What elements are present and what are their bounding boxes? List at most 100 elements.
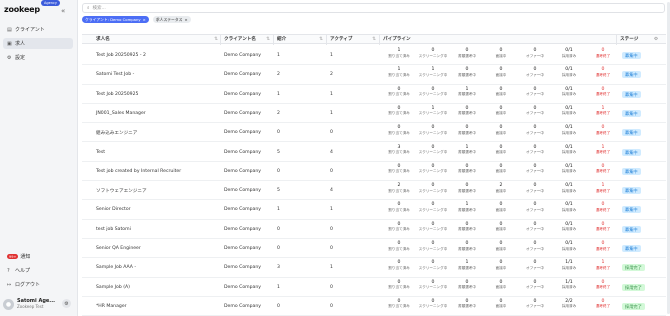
pipeline-stage-count[interactable]: 1 書類選考中 — [449, 260, 485, 271]
job-title-link[interactable]: Test — [96, 143, 105, 162]
pipeline-stage-count[interactable]: 0/1 採用済み — [551, 145, 587, 156]
pipeline-stage-count[interactable]: 0 書類選考中 — [449, 164, 485, 175]
pipeline-stage-count[interactable]: 0/1 採用済み — [551, 87, 587, 98]
pipeline-stage-count[interactable]: 0 選考終了 — [585, 202, 621, 213]
remove-filter-icon[interactable]: × — [184, 17, 187, 22]
pipeline-stage-count[interactable]: 0 面接中 — [483, 106, 519, 117]
pipeline-stage-count[interactable]: 0 面接中 — [483, 48, 519, 59]
table-row[interactable]: Test job created by Internal Recruiter De… — [82, 162, 666, 182]
pipeline-stage-count[interactable]: 2/2 採用済み — [551, 299, 587, 310]
job-title-link[interactable]: Test job created by Internal Recruiter — [96, 162, 181, 181]
pipeline-stage-count[interactable]: 1 割り当て済み — [381, 67, 417, 78]
search-input[interactable]: ⌕ 検索... — [82, 3, 665, 13]
pipeline-stage-count[interactable]: 0 面接中 — [483, 164, 519, 175]
column-header-client[interactable]: クライアント名 ⇅ — [220, 35, 272, 45]
table-row[interactable]: Senior Director Demo Company 1 1 0 割り当て済み 0 スクリ… — [82, 200, 666, 220]
pipeline-stage-count[interactable]: 0/1 採用済み — [551, 202, 587, 213]
pipeline-stage-count[interactable]: 0 割り当て済み — [381, 260, 417, 271]
pipeline-stage-count[interactable]: 0 スクリーニング中 — [415, 125, 451, 136]
pipeline-stage-count[interactable]: 0 選考終了 — [585, 125, 621, 136]
pipeline-stage-count[interactable]: 0 オファー中 — [517, 48, 553, 59]
pipeline-stage-count[interactable]: 0 書類選考中 — [449, 183, 485, 194]
pipeline-stage-count[interactable]: 1 スクリーニング中 — [415, 67, 451, 78]
pipeline-stage-count[interactable]: 0 書類選考中 — [449, 67, 485, 78]
table-row[interactable]: Senior QA Engineer Demo Company 0 0 0 割り当て済み 0… — [82, 239, 666, 259]
pipeline-stage-count[interactable]: 0 オファー中 — [517, 67, 553, 78]
pipeline-stage-count[interactable]: 0 割り当て済み — [381, 125, 417, 136]
remove-filter-icon[interactable]: × — [143, 17, 146, 22]
pipeline-stage-count[interactable]: 1 割り当て済み — [381, 48, 417, 59]
pipeline-stage-count[interactable]: 1 選考終了 — [585, 106, 621, 117]
pipeline-stage-count[interactable]: 0 割り当て済み — [381, 280, 417, 291]
pipeline-stage-count[interactable]: 0 割り当て済み — [381, 222, 417, 233]
pipeline-stage-count[interactable]: 0 割り当て済み — [381, 106, 417, 117]
pipeline-stage-count[interactable]: 0 オファー中 — [517, 222, 553, 233]
pipeline-stage-count[interactable]: 1/1 採用済み — [551, 260, 587, 271]
pipeline-stage-count[interactable]: 2 割り当て済み — [381, 183, 417, 194]
table-row[interactable]: *HR Manager Demo Company 0 0 0 割り当て済み 0 スクリーニング… — [82, 297, 666, 316]
pipeline-stage-count[interactable]: 0 書類選考中 — [449, 222, 485, 233]
pipeline-stage-count[interactable]: 0 オファー中 — [517, 87, 553, 98]
job-title-link[interactable]: Senior Director — [96, 200, 131, 219]
pipeline-stage-count[interactable]: 0 面接中 — [483, 260, 519, 271]
pipeline-stage-count[interactable]: 0 選考終了 — [585, 280, 621, 291]
table-row[interactable]: JN001_Sales Manager Demo Company 2 1 0 割り当て済み… — [82, 104, 666, 124]
column-header-active[interactable]: アクティブ ⇅ — [326, 35, 378, 45]
user-card[interactable]: ● Satomi Age... Zookeep Test ⚙ — [3, 296, 73, 312]
sidebar-item-logout[interactable]: ↦ ログアウト — [3, 279, 73, 290]
job-title-link[interactable]: Test Job 20250925 - 2 — [96, 46, 146, 65]
pipeline-stage-count[interactable]: 0 スクリーニング中 — [415, 48, 451, 59]
pipeline-stage-count[interactable]: 2 面接中 — [483, 183, 519, 194]
table-row[interactable]: test job Satomi Demo Company 0 0 0 割り当て済み 0 スクリ… — [82, 220, 666, 239]
filter-chip-client[interactable]: クライアント: Demo Company × — [82, 16, 149, 23]
table-row[interactable]: Satomi Test Job - Demo Company 2 2 1 割り当て済み 1 ス… — [82, 65, 666, 85]
column-header-intro[interactable]: 紹介 ⇅ — [273, 35, 325, 45]
sidebar-item-help[interactable]: ? ヘルプ — [3, 265, 73, 276]
table-row[interactable]: Sample Job (A) Demo Company 1 0 0 割り当て済み 0 スクリー… — [82, 278, 666, 297]
pipeline-stage-count[interactable]: 0 面接中 — [483, 202, 519, 213]
job-title-link[interactable]: test job Satomi — [96, 220, 131, 239]
pipeline-stage-count[interactable]: 0 選考終了 — [585, 164, 621, 175]
pipeline-stage-count[interactable]: 0 選考終了 — [585, 222, 621, 233]
pipeline-stage-count[interactable]: 0 選考終了 — [585, 87, 621, 98]
pipeline-stage-count[interactable]: 1 書類選考中 — [449, 202, 485, 213]
pipeline-stage-count[interactable]: 1 書類選考中 — [449, 145, 485, 156]
pipeline-stage-count[interactable]: 0 スクリーニング中 — [415, 164, 451, 175]
pipeline-stage-count[interactable]: 0 オファー中 — [517, 125, 553, 136]
table-row[interactable]: ソフトウェアエンジニア Demo Company 5 4 2 割り当て済み 0 スクリーニング… — [82, 181, 666, 201]
pipeline-stage-count[interactable]: 0 書類選考中 — [449, 48, 485, 59]
sidebar-item-jobs[interactable]: ▣ 求人 — [3, 38, 73, 49]
pipeline-stage-count[interactable]: 0 面接中 — [483, 280, 519, 291]
column-header-title[interactable]: 求人名 ⇅ — [96, 35, 220, 45]
pipeline-stage-count[interactable]: 0 面接中 — [483, 241, 519, 252]
pipeline-stage-count[interactable]: 0 選考終了 — [585, 67, 621, 78]
pipeline-stage-count[interactable]: 1 スクリーニング中 — [415, 106, 451, 117]
pipeline-stage-count[interactable]: 0 書類選考中 — [449, 280, 485, 291]
pipeline-stage-count[interactable]: 0 オファー中 — [517, 183, 553, 194]
pipeline-stage-count[interactable]: 0/1 採用済み — [551, 125, 587, 136]
job-title-link[interactable]: Sample Job (A) — [96, 278, 130, 297]
pipeline-stage-count[interactable]: 0 面接中 — [483, 222, 519, 233]
pipeline-stage-count[interactable]: 0/1 採用済み — [551, 222, 587, 233]
pipeline-stage-count[interactable]: 0 面接中 — [483, 87, 519, 98]
pipeline-stage-count[interactable]: 0 オファー中 — [517, 241, 553, 252]
pipeline-stage-count[interactable]: 0 スクリーニング中 — [415, 87, 451, 98]
job-title-link[interactable]: *HR Manager — [96, 297, 127, 316]
pipeline-stage-count[interactable]: 0/1 採用済み — [551, 48, 587, 59]
job-title-link[interactable]: ソフトウェアエンジニア — [96, 181, 147, 200]
pipeline-stage-count[interactable]: 0 オファー中 — [517, 145, 553, 156]
pipeline-stage-count[interactable]: 0 スクリーニング中 — [415, 202, 451, 213]
pipeline-stage-count[interactable]: 0 書類選考中 — [449, 241, 485, 252]
pipeline-stage-count[interactable]: 0 スクリーニング中 — [415, 260, 451, 271]
pipeline-stage-count[interactable]: 0 割り当て済み — [381, 164, 417, 175]
pipeline-stage-count[interactable]: 3 割り当て済み — [381, 145, 417, 156]
pipeline-stage-count[interactable]: 0 オファー中 — [517, 299, 553, 310]
app-logo[interactable]: zookeep — [4, 5, 40, 14]
pipeline-stage-count[interactable]: 0 書類選考中 — [449, 299, 485, 310]
table-row[interactable]: Sample Job AAA - Demo Company 3 1 0 割り当て済み 0 スク… — [82, 258, 666, 278]
pipeline-stage-count[interactable]: 0/1 採用済み — [551, 164, 587, 175]
pipeline-stage-count[interactable]: 0 スクリーニング中 — [415, 222, 451, 233]
pipeline-stage-count[interactable]: 0 選考終了 — [585, 299, 621, 310]
pipeline-stage-count[interactable]: 0 選考終了 — [585, 241, 621, 252]
pipeline-stage-count[interactable]: 0 スクリーニング中 — [415, 145, 451, 156]
